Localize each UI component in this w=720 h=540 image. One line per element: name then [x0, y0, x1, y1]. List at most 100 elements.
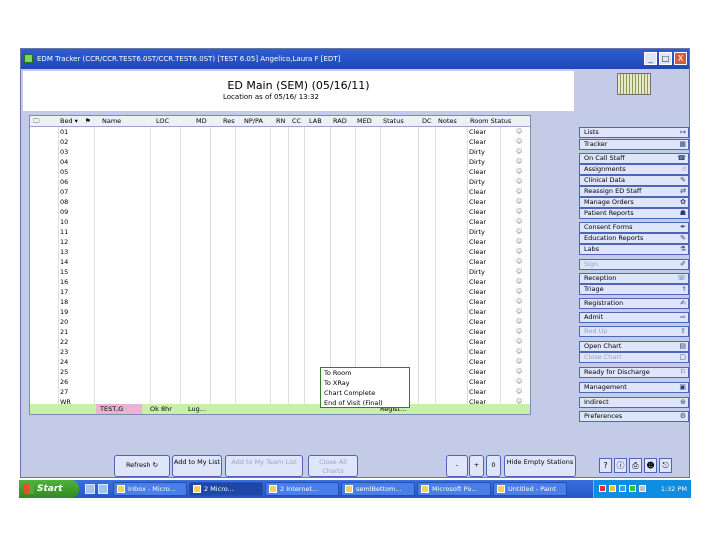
decrease-button[interactable]: -	[446, 455, 468, 477]
user-icon[interactable]: ☻	[644, 458, 657, 473]
preferences-button[interactable]: Preferences ⚙	[579, 411, 689, 422]
taskbar-item-powerpoint[interactable]: Microsoft Po...	[417, 482, 491, 496]
menu-item-to-room[interactable]: To Room	[324, 368, 409, 378]
taskbar-item-semlbettom[interactable]: semlBettom...	[341, 482, 415, 496]
table-row[interactable]: 11 Dirty ☺	[30, 227, 530, 237]
menu-item-end-of-visit[interactable]: End of Visit (Final)	[324, 398, 409, 408]
taskbar-item-inbox[interactable]: Inbox - Micro...	[113, 482, 187, 496]
patient-reports-button[interactable]: Patient Reports ☗	[579, 208, 689, 219]
close-button[interactable]: X	[674, 52, 687, 65]
table-row[interactable]: 25 Clear ☺	[30, 367, 530, 377]
reception-button[interactable]: Reception ☏	[579, 273, 689, 284]
table-row[interactable]: 16 Clear ☺	[30, 277, 530, 287]
table-row[interactable]: 09 Clear ☺	[30, 207, 530, 217]
minimize-button[interactable]: _	[644, 52, 657, 65]
column-header-rad[interactable]: RAD	[333, 116, 347, 127]
on-call-staff-button[interactable]: On Call Staff ☎	[579, 153, 689, 164]
column-header-loc[interactable]: LOC	[156, 116, 169, 127]
increase-button[interactable]: +	[469, 455, 484, 477]
triage-button[interactable]: Triage ⚕	[579, 284, 689, 295]
assignments-button[interactable]: Assignments ☝	[579, 164, 689, 175]
bed-up-button[interactable]: Bed Up ⇧	[579, 326, 689, 337]
column-header-cc[interactable]: CC	[292, 116, 301, 127]
help-icon[interactable]: ?	[599, 458, 612, 473]
tray-icon-2[interactable]	[609, 485, 616, 492]
column-header-lab[interactable]: LAB	[309, 116, 322, 127]
menu-item-chart-complete[interactable]: Chart Complete	[324, 388, 409, 398]
column-header-notes[interactable]: Notes	[438, 116, 457, 127]
table-row[interactable]: 14 Clear ☺	[30, 257, 530, 267]
table-row[interactable]: 08 Clear ☺	[30, 197, 530, 207]
print-icon[interactable]: ⎙	[629, 458, 642, 473]
taskbar-item-internet[interactable]: 2 Internet...	[265, 482, 339, 496]
volume-icon[interactable]	[639, 485, 646, 492]
table-row[interactable]: 20 Clear ☺	[30, 317, 530, 327]
column-header-bed[interactable]: Bed ▾	[60, 116, 78, 127]
column-header-rn[interactable]: RN	[276, 116, 285, 127]
reassign-ed-staff-button[interactable]: Reassign ED Staff ⇄	[579, 186, 689, 197]
manage-orders-button[interactable]: Manage Orders ✿	[579, 197, 689, 208]
patient-name[interactable]: TEST,G	[96, 404, 142, 414]
taskbar-item-micro[interactable]: 2 Micro...	[189, 482, 263, 496]
table-row[interactable]: 23 Clear ☺	[30, 347, 530, 357]
ready-for-discharge-button[interactable]: Ready for Discharge ⚐	[579, 367, 689, 378]
menu-item-to-xray[interactable]: To XRay	[324, 378, 409, 388]
table-row[interactable]: 07 Clear ☺	[30, 187, 530, 197]
selected-patient-row[interactable]: TEST,G Ok 8hr Lug... Regist...	[30, 404, 530, 414]
table-row[interactable]: 24 Clear ☺	[30, 357, 530, 367]
start-button[interactable]: Start	[19, 480, 79, 498]
tracker-mini-widget[interactable]	[617, 73, 651, 95]
maximize-button[interactable]: □	[659, 52, 672, 65]
column-header-md[interactable]: MD	[196, 116, 207, 127]
sign-button[interactable]: Sign ✐	[579, 259, 689, 270]
table-row[interactable]: 13 Clear ☺	[30, 247, 530, 257]
add-to-my-team-list-button[interactable]: Add to My Team List	[225, 455, 303, 477]
refresh-button[interactable]: Refresh ↻	[114, 455, 170, 477]
column-header-room-status[interactable]: Room Status	[470, 116, 511, 127]
admit-button[interactable]: Admit ⇨	[579, 312, 689, 323]
zero-button[interactable]: 0	[486, 455, 501, 477]
table-row[interactable]: 03 Dirty ☺	[30, 147, 530, 157]
column-header-name[interactable]: Name	[102, 116, 121, 127]
column-header-med[interactable]: MED	[357, 116, 372, 127]
table-row[interactable]: 26 Clear ☺	[30, 377, 530, 387]
tray-icon-4[interactable]	[629, 485, 636, 492]
table-row[interactable]: 17 Clear ☺	[30, 287, 530, 297]
table-row[interactable]: 01 Clear ☺	[30, 127, 530, 137]
registration-button[interactable]: Registration ✍	[579, 298, 689, 309]
table-row[interactable]: 22 Clear ☺	[30, 337, 530, 347]
info-icon[interactable]: ⓘ	[614, 458, 627, 473]
column-header-status[interactable]: Status	[383, 116, 404, 127]
open-chart-button[interactable]: Open Chart ▤	[579, 341, 689, 352]
tracker-button[interactable]: Tracker ▦	[579, 139, 689, 150]
close-all-charts-button[interactable]: Close All Charts	[308, 455, 358, 477]
labs-button[interactable]: Labs ⚗	[579, 244, 689, 255]
table-row[interactable]: 05 Clear ☺	[30, 167, 530, 177]
table-row[interactable]: 21 Clear ☺	[30, 327, 530, 337]
folder-icon[interactable]: 🗀	[33, 116, 40, 127]
flag-icon[interactable]: ⚑	[85, 116, 91, 127]
indirect-button[interactable]: Indirect ⊛	[579, 397, 689, 408]
table-row[interactable]: 10 Clear ☺	[30, 217, 530, 227]
lists-button[interactable]: Lists ↦	[579, 127, 689, 138]
show-desktop-icon[interactable]	[85, 484, 95, 494]
column-header-dc[interactable]: DC	[422, 116, 432, 127]
table-row[interactable]: 02 Clear ☺	[30, 137, 530, 147]
tray-icon-3[interactable]	[619, 485, 626, 492]
table-row[interactable]: 19 Clear ☺	[30, 307, 530, 317]
management-button[interactable]: Management ▣	[579, 382, 689, 393]
clinical-data-button[interactable]: Clinical Data ✎	[579, 175, 689, 186]
add-to-my-list-button[interactable]: Add to My List	[172, 455, 222, 477]
consent-forms-button[interactable]: Consent Forms ✒	[579, 222, 689, 233]
education-reports-button[interactable]: Education Reports ✎	[579, 233, 689, 244]
clock[interactable]: 1:32 PM	[661, 485, 687, 493]
table-row[interactable]: 04 Dirty ☺	[30, 157, 530, 167]
table-row[interactable]: 06 Dirty ☺	[30, 177, 530, 187]
table-row[interactable]: 15 Dirty ☺	[30, 267, 530, 277]
table-row[interactable]: 27 Clear ☺	[30, 387, 530, 397]
browser-quicklaunch-icon[interactable]	[98, 484, 108, 494]
exit-icon[interactable]: ⎋	[659, 458, 672, 473]
title-bar[interactable]: EDM Tracker (CCR/CCR.TEST6.0ST/CCR.TEST6…	[21, 49, 689, 69]
tray-icon-1[interactable]	[599, 485, 606, 492]
taskbar-item-paint[interactable]: Untitled - Paint	[493, 482, 567, 496]
